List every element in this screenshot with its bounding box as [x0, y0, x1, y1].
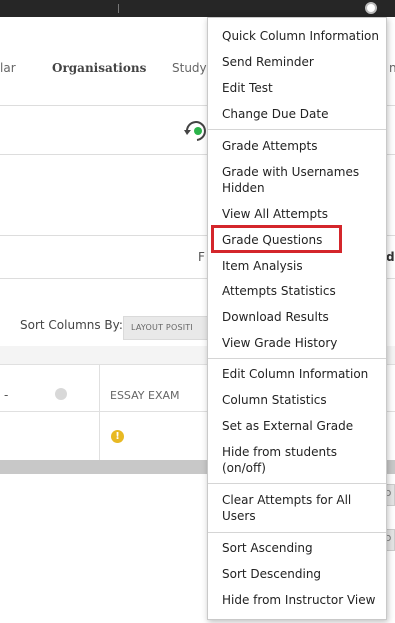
refresh-eye-icon[interactable] — [183, 120, 209, 142]
tab-calendar[interactable]: lar — [0, 61, 16, 75]
filter-label-fragment-right: d — [386, 250, 395, 264]
layout-position-label: LAYOUT POSITI — [131, 323, 193, 332]
menu-item-sort-ascending[interactable]: Sort Ascending — [222, 540, 384, 556]
check-icon — [55, 388, 67, 400]
filter-label-fragment: F — [198, 250, 205, 264]
tab-partial[interactable]: n — [389, 61, 395, 75]
menu-item-download-results[interactable]: Download Results — [222, 309, 384, 325]
menu-item-set-as-external-grade[interactable]: Set as External Grade — [222, 418, 384, 434]
column-context-menu: Quick Column Information Send Reminder E… — [207, 17, 387, 620]
menu-item-edit-test[interactable]: Edit Test — [222, 80, 384, 96]
menu-item-send-reminder[interactable]: Send Reminder — [222, 54, 384, 70]
highlight-box-grade-questions — [211, 225, 342, 253]
menu-item-sort-descending[interactable]: Sort Descending — [222, 566, 384, 582]
menu-item-view-all-attempts[interactable]: View All Attempts — [222, 206, 384, 222]
menu-item-hide-from-students[interactable]: Hide from students (on/off) — [222, 444, 372, 476]
grid-column-divider — [99, 364, 100, 460]
menu-item-grade-with-usernames-hidden[interactable]: Grade with Usernames Hidden — [222, 164, 372, 196]
menu-item-item-analysis[interactable]: Item Analysis — [222, 258, 384, 274]
menu-divider — [208, 358, 386, 359]
menu-divider — [208, 483, 386, 484]
menu-divider — [208, 129, 386, 130]
menu-item-quick-column-information[interactable]: Quick Column Information — [222, 28, 384, 44]
top-bar-divider — [118, 4, 119, 13]
menu-item-change-due-date[interactable]: Change Due Date — [222, 106, 384, 122]
warning-icon[interactable]: ! — [111, 430, 124, 443]
tab-organisations[interactable]: Organisations — [52, 61, 146, 75]
top-bar — [0, 0, 395, 17]
menu-item-attempts-statistics[interactable]: Attempts Statistics — [222, 283, 384, 299]
menu-item-edit-column-information[interactable]: Edit Column Information — [222, 366, 384, 382]
cell-dash: - — [4, 388, 9, 402]
menu-item-hide-from-instructor-view[interactable]: Hide from Instructor View — [222, 592, 384, 608]
menu-item-grade-attempts[interactable]: Grade Attempts — [222, 138, 384, 154]
menu-item-view-grade-history[interactable]: View Grade History — [222, 335, 384, 351]
menu-item-column-statistics[interactable]: Column Statistics — [222, 392, 384, 408]
gear-icon[interactable] — [365, 2, 377, 14]
sort-columns-label: Sort Columns By: — [20, 318, 123, 332]
layout-position-button[interactable]: LAYOUT POSITI — [123, 316, 215, 340]
tab-study[interactable]: Study — [172, 61, 207, 75]
column-header-essay-exam[interactable]: ESSAY EXAM — [110, 389, 180, 402]
menu-item-clear-attempts-for-all-users[interactable]: Clear Attempts for All Users — [222, 492, 372, 524]
menu-divider — [208, 532, 386, 533]
